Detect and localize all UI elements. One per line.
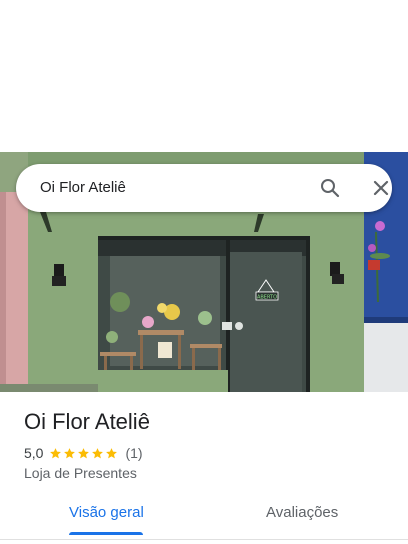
rating-value: 5,0 [24,445,44,461]
star-icon [64,447,76,458]
tab-reviews[interactable]: Avaliações [266,504,338,521]
search-query-text[interactable]: Oi Flor Ateliê [40,179,126,196]
search-bar[interactable]: Oi Flor Ateliê [16,164,392,212]
place-tabs: Visão geral Avaliações [0,496,408,536]
star-icon [106,447,118,458]
open-sign-text: ABERTO [257,295,277,301]
tab-overview[interactable]: Visão geral [69,504,144,521]
tabs-divider [0,539,408,540]
place-category[interactable]: Loja de Presentes [24,465,137,481]
review-count[interactable]: (1) [125,445,142,461]
star-icon [50,447,62,458]
place-title: Oi Flor Ateliê [24,409,150,434]
map-blank-area [0,0,408,152]
rating-stars [49,447,119,460]
active-tab-indicator [69,532,143,535]
close-icon[interactable] [369,176,393,200]
search-icon[interactable] [318,176,342,200]
star-icon [92,447,104,458]
rating-row[interactable]: 5,0 (1) [24,444,143,462]
star-icon [78,447,90,458]
